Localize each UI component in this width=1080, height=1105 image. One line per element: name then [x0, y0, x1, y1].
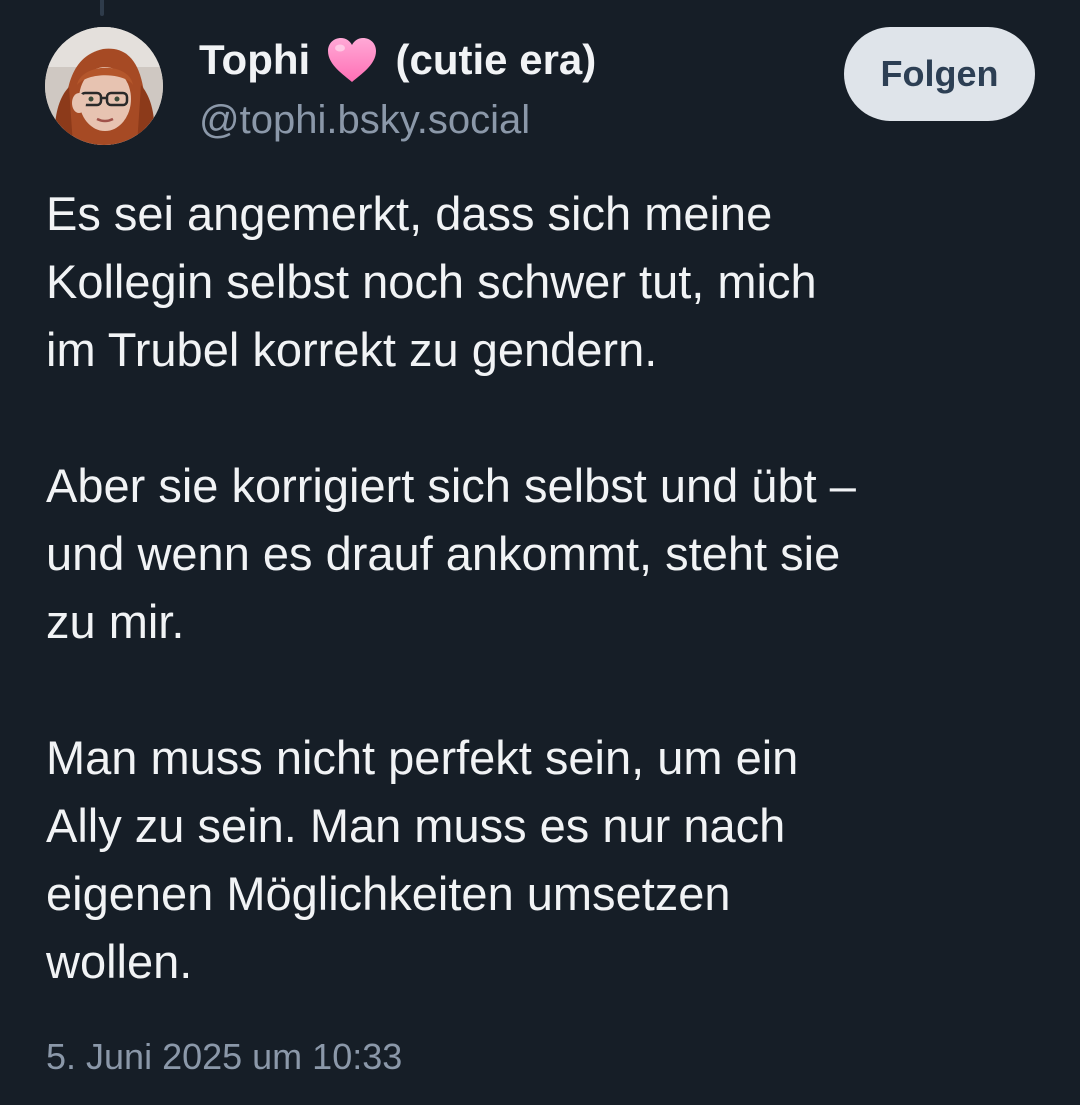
pink-heart-icon: [327, 38, 376, 82]
post-paragraph: Es sei angemerkt, dass sich meine Kolleg…: [46, 187, 817, 376]
author-handle[interactable]: @tophi.bsky.social: [199, 95, 530, 145]
post-text: Es sei angemerkt, dass sich meine Kolleg…: [46, 180, 1056, 996]
display-name-suffix: (cutie era): [395, 36, 597, 83]
follow-button[interactable]: Folgen: [844, 27, 1035, 121]
post-paragraph: Man muss nicht perfekt sein, um ein Ally…: [46, 731, 799, 988]
post-timestamp[interactable]: 5. Juni 2025 um 10:33: [46, 1034, 402, 1080]
post-header: Tophi (cutie era) @tophi.bsky.social Fol…: [0, 0, 1080, 170]
display-name-prefix: Tophi: [199, 36, 311, 83]
author-display-name[interactable]: Tophi (cutie era): [199, 34, 596, 86]
post-paragraph: Aber sie korrigiert sich selbst und übt …: [46, 459, 856, 648]
avatar[interactable]: [45, 27, 163, 145]
avatar-image: [45, 27, 163, 145]
